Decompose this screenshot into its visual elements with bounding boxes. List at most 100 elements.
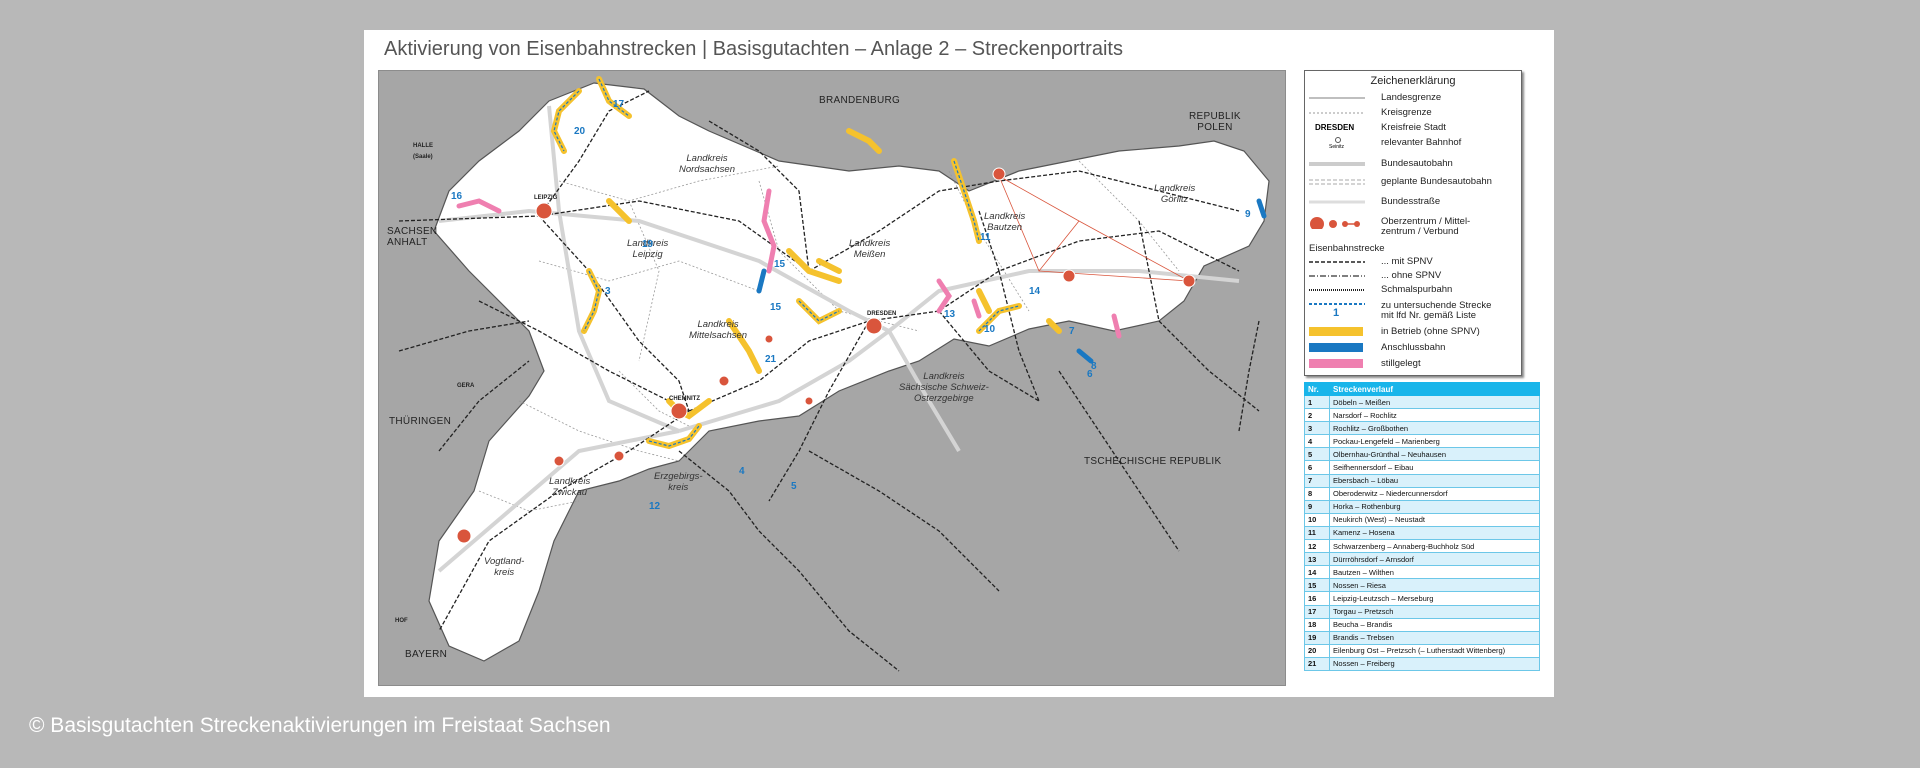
route-name: Dürrröhrsdorf – Arnsdorf <box>1329 552 1540 567</box>
table-row[interactable]: 17 Torgau – Pretzsch <box>1304 604 1540 619</box>
route-number-17[interactable]: 17 <box>613 99 624 110</box>
table-row[interactable]: 21 Nossen – Freiberg <box>1304 656 1540 671</box>
table-row[interactable]: 7 Ebersbach – Löbau <box>1304 473 1540 488</box>
table-row[interactable]: 10 Neukirch (West) – Neustadt <box>1304 512 1540 527</box>
route-number: 5 <box>1304 447 1330 462</box>
column-header-streckenverlauf: Streckenverlauf <box>1329 382 1540 396</box>
legend-item-autobahn: Bundesautobahn <box>1309 158 1453 169</box>
table-row[interactable]: 18 Beucha – Brandis <box>1304 617 1540 632</box>
route-number-9[interactable]: 9 <box>1245 209 1251 220</box>
table-row[interactable]: 13 Dürrröhrsdorf – Arnsdorf <box>1304 552 1540 567</box>
map-legend: Zeichenerklärung Landesgrenze Kreisgrenz… <box>1304 70 1522 376</box>
route-name: Neukirch (West) – Neustadt <box>1329 512 1540 527</box>
city-halle: HALLE (Saale) <box>413 143 433 160</box>
route-number: 12 <box>1304 539 1330 554</box>
route-number: 4 <box>1304 434 1330 449</box>
route-number-16[interactable]: 16 <box>451 191 462 202</box>
table-row[interactable]: 2 Narsdorf – Rochlitz <box>1304 408 1540 423</box>
route-number: 16 <box>1304 591 1330 606</box>
table-row[interactable]: 12 Schwarzenberg – Annaberg-Buchholz Süd <box>1304 539 1540 554</box>
table-row[interactable]: 3 Rochlitz – Großbothen <box>1304 421 1540 436</box>
table-row[interactable]: 11 Kamenz – Hosena <box>1304 525 1540 541</box>
figure-card: Aktivierung von Eisenbahnstrecken | Basi… <box>364 30 1554 697</box>
legend-item-anschlussbahn: Anschlussbahn <box>1305 341 1521 355</box>
legend-item-schmalspur: Schmalspurbahn <box>1309 284 1453 295</box>
table-row[interactable]: 1 Döbeln – Meißen <box>1304 394 1540 410</box>
route-number-4[interactable]: 4 <box>739 466 745 477</box>
district-mittelsachsen: Landkreis Mittelsachsen <box>689 319 748 341</box>
legend-item-bahnhof: Seinitz relevanter Bahnhof <box>1329 137 1462 150</box>
legend-eisenbahn-heading: Eisenbahnstrecke <box>1309 243 1385 254</box>
table-row[interactable]: 20 Eilenburg Ost – Pretzsch (– Lutherstad… <box>1304 643 1540 658</box>
city-dresden: DRESDEN <box>867 311 897 317</box>
route-number: 17 <box>1304 604 1330 619</box>
region-thueringen: THÜRINGEN <box>389 416 452 427</box>
route-number-10[interactable]: 10 <box>984 324 995 335</box>
route-name: Rochlitz – Großbothen <box>1329 421 1540 436</box>
route-number-14[interactable]: 14 <box>1029 286 1040 297</box>
route-name: Kamenz – Hosena <box>1329 525 1540 541</box>
district-meissen: Landkreis Meißen <box>849 238 891 260</box>
table-row[interactable]: 19 Brandis – Trebsen <box>1304 630 1540 645</box>
route-name: Narsdorf – Rochlitz <box>1329 408 1540 423</box>
legend-item-geplante-autobahn: geplante Bundesautobahn <box>1309 176 1492 187</box>
route-name: Seifhennersdorf – Eibau <box>1329 460 1540 475</box>
route-number: 1 <box>1304 394 1330 410</box>
legend-item-in-betrieb: in Betrieb (ohne SPNV) <box>1305 325 1521 339</box>
table-row[interactable]: 15 Nossen – Riesa <box>1304 578 1540 593</box>
legend-item-mit-spnv: ... mit SPNV <box>1309 256 1433 267</box>
district-bautzen: Landkreis Bautzen <box>984 211 1026 233</box>
legend-item-landesgrenze: Landesgrenze <box>1309 92 1442 103</box>
route-number-6[interactable]: 6 <box>1087 369 1093 380</box>
route-number-13[interactable]: 13 <box>944 309 955 320</box>
district-vogtland: Vogtland- kreis <box>484 556 525 578</box>
route-name: Horka – Rothenburg <box>1329 499 1540 514</box>
route-number: 9 <box>1304 499 1330 514</box>
route-name: Schwarzenberg – Annaberg-Buchholz Süd <box>1329 539 1540 554</box>
map-graphic <box>398 76 1270 672</box>
route-number: 20 <box>1304 643 1330 658</box>
city-chemnitz: CHEMNITZ <box>669 396 700 402</box>
table-row[interactable]: 8 Oberoderwitz – Niedercunnersdorf <box>1304 486 1540 501</box>
table-row[interactable]: 5 Olbernhau-Grünthal – Neuhausen <box>1304 447 1540 462</box>
route-number-3[interactable]: 3 <box>605 286 611 297</box>
route-number-15a[interactable]: 15 <box>774 259 785 270</box>
route-number: 3 <box>1304 421 1330 436</box>
table-row[interactable]: 6 Seifhennersdorf – Eibau <box>1304 460 1540 475</box>
route-name: Olbernhau-Grünthal – Neuhausen <box>1329 447 1540 462</box>
district-ssoe: Landkreis Sächsische Schweiz- Osterzgebi… <box>899 371 989 404</box>
table-row[interactable]: 4 Pockau-Lengefeld – Marienberg <box>1304 434 1540 449</box>
route-number-20[interactable]: 20 <box>574 126 585 137</box>
route-number-15b[interactable]: 15 <box>770 302 781 313</box>
city-hof: HOF <box>395 618 408 624</box>
route-name: Brandis – Trebsen <box>1329 630 1540 645</box>
route-number-5[interactable]: 5 <box>791 481 797 492</box>
saxony-rail-map[interactable]: BRANDENBURG REPUBLIK POLEN SACHSEN ANHAL… <box>378 70 1286 686</box>
route-name: Bautzen – Wilthen <box>1329 565 1540 580</box>
route-name: Leipzig-Leutzsch – Merseburg <box>1329 591 1540 606</box>
route-name: Torgau – Pretzsch <box>1329 604 1540 619</box>
route-number-12[interactable]: 12 <box>649 501 660 512</box>
route-name: Nossen – Freiberg <box>1329 656 1540 671</box>
table-row[interactable]: 16 Leipzig-Leutzsch – Merseburg <box>1304 591 1540 606</box>
route-number-21[interactable]: 21 <box>765 354 776 365</box>
route-number-7[interactable]: 7 <box>1069 326 1075 337</box>
image-credit: © Basisgutachten Streckenaktivierungen i… <box>29 714 611 737</box>
table-row[interactable]: 9 Horka – Rothenburg <box>1304 499 1540 514</box>
route-number: 7 <box>1304 473 1330 488</box>
region-polen: REPUBLIK POLEN <box>1189 111 1241 133</box>
route-name: Ebersbach – Löbau <box>1329 473 1540 488</box>
route-number: 19 <box>1304 630 1330 645</box>
legend-item-kreisgrenze: Kreisgrenze <box>1309 107 1432 118</box>
route-name: Beucha – Brandis <box>1329 617 1540 632</box>
route-number-11[interactable]: 11 <box>980 232 991 243</box>
table-row[interactable]: 14 Bautzen – Wilthen <box>1304 565 1540 580</box>
region-bayern: BAYERN <box>405 649 448 660</box>
route-name: Döbeln – Meißen <box>1329 394 1540 410</box>
legend-title: Zeichenerklärung <box>1370 75 1456 87</box>
table-header-row: Nr. Streckenverlauf <box>1304 382 1540 396</box>
route-number: 14 <box>1304 565 1330 580</box>
district-goerlitz: Landkreis Görlitz <box>1154 183 1196 205</box>
district-nordsachsen: Landkreis Nordsachsen <box>679 153 735 175</box>
route-number-19[interactable]: 19 <box>642 239 653 250</box>
